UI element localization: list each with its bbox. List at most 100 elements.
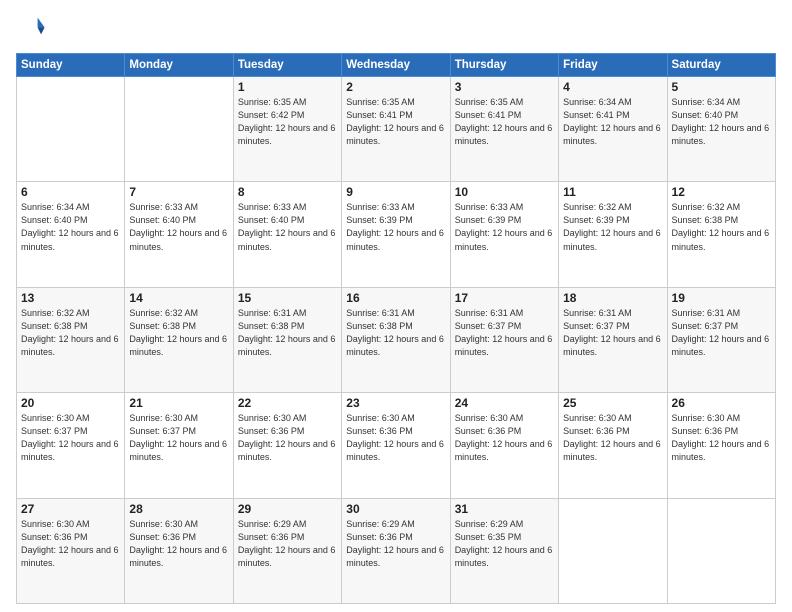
day-info: Sunrise: 6:33 AM Sunset: 6:39 PM Dayligh… bbox=[455, 201, 554, 253]
day-info: Sunrise: 6:30 AM Sunset: 6:36 PM Dayligh… bbox=[672, 412, 771, 464]
week-row-3: 13 Sunrise: 6:32 AM Sunset: 6:38 PM Dayli… bbox=[17, 287, 776, 392]
calendar-cell bbox=[17, 77, 125, 182]
day-number: 2 bbox=[346, 80, 445, 94]
day-number: 13 bbox=[21, 291, 120, 305]
weekday-header-monday: Monday bbox=[125, 54, 233, 77]
day-number: 1 bbox=[238, 80, 337, 94]
day-info: Sunrise: 6:30 AM Sunset: 6:36 PM Dayligh… bbox=[129, 518, 228, 570]
day-number: 22 bbox=[238, 396, 337, 410]
day-info: Sunrise: 6:31 AM Sunset: 6:37 PM Dayligh… bbox=[672, 307, 771, 359]
day-number: 31 bbox=[455, 502, 554, 516]
day-info: Sunrise: 6:34 AM Sunset: 6:40 PM Dayligh… bbox=[672, 96, 771, 148]
day-number: 21 bbox=[129, 396, 228, 410]
day-number: 10 bbox=[455, 185, 554, 199]
day-info: Sunrise: 6:31 AM Sunset: 6:37 PM Dayligh… bbox=[563, 307, 662, 359]
calendar-cell: 21 Sunrise: 6:30 AM Sunset: 6:37 PM Dayli… bbox=[125, 393, 233, 498]
day-info: Sunrise: 6:30 AM Sunset: 6:36 PM Dayligh… bbox=[21, 518, 120, 570]
header bbox=[16, 12, 776, 45]
day-info: Sunrise: 6:31 AM Sunset: 6:38 PM Dayligh… bbox=[238, 307, 337, 359]
calendar-cell bbox=[125, 77, 233, 182]
logo-icon bbox=[18, 12, 46, 40]
day-info: Sunrise: 6:30 AM Sunset: 6:36 PM Dayligh… bbox=[346, 412, 445, 464]
day-number: 5 bbox=[672, 80, 771, 94]
day-number: 16 bbox=[346, 291, 445, 305]
day-info: Sunrise: 6:35 AM Sunset: 6:41 PM Dayligh… bbox=[455, 96, 554, 148]
day-info: Sunrise: 6:30 AM Sunset: 6:36 PM Dayligh… bbox=[238, 412, 337, 464]
weekday-header-tuesday: Tuesday bbox=[233, 54, 341, 77]
day-number: 9 bbox=[346, 185, 445, 199]
day-info: Sunrise: 6:32 AM Sunset: 6:38 PM Dayligh… bbox=[21, 307, 120, 359]
day-number: 12 bbox=[672, 185, 771, 199]
day-number: 4 bbox=[563, 80, 662, 94]
calendar-cell: 19 Sunrise: 6:31 AM Sunset: 6:37 PM Dayli… bbox=[667, 287, 775, 392]
calendar-cell: 27 Sunrise: 6:30 AM Sunset: 6:36 PM Dayli… bbox=[17, 498, 125, 603]
calendar-cell: 14 Sunrise: 6:32 AM Sunset: 6:38 PM Dayli… bbox=[125, 287, 233, 392]
calendar-cell: 8 Sunrise: 6:33 AM Sunset: 6:40 PM Daylig… bbox=[233, 182, 341, 287]
calendar-cell bbox=[667, 498, 775, 603]
calendar-cell: 31 Sunrise: 6:29 AM Sunset: 6:35 PM Dayli… bbox=[450, 498, 558, 603]
calendar-body: 1 Sunrise: 6:35 AM Sunset: 6:42 PM Daylig… bbox=[17, 77, 776, 604]
calendar-cell: 13 Sunrise: 6:32 AM Sunset: 6:38 PM Dayli… bbox=[17, 287, 125, 392]
week-row-2: 6 Sunrise: 6:34 AM Sunset: 6:40 PM Daylig… bbox=[17, 182, 776, 287]
calendar-cell: 4 Sunrise: 6:34 AM Sunset: 6:41 PM Daylig… bbox=[559, 77, 667, 182]
calendar-cell: 6 Sunrise: 6:34 AM Sunset: 6:40 PM Daylig… bbox=[17, 182, 125, 287]
day-number: 27 bbox=[21, 502, 120, 516]
calendar-cell: 20 Sunrise: 6:30 AM Sunset: 6:37 PM Dayli… bbox=[17, 393, 125, 498]
day-info: Sunrise: 6:32 AM Sunset: 6:38 PM Dayligh… bbox=[672, 201, 771, 253]
calendar-cell: 23 Sunrise: 6:30 AM Sunset: 6:36 PM Dayli… bbox=[342, 393, 450, 498]
calendar-cell: 30 Sunrise: 6:29 AM Sunset: 6:36 PM Dayli… bbox=[342, 498, 450, 603]
day-number: 29 bbox=[238, 502, 337, 516]
calendar-cell bbox=[559, 498, 667, 603]
day-info: Sunrise: 6:31 AM Sunset: 6:37 PM Dayligh… bbox=[455, 307, 554, 359]
day-info: Sunrise: 6:33 AM Sunset: 6:39 PM Dayligh… bbox=[346, 201, 445, 253]
calendar-cell: 22 Sunrise: 6:30 AM Sunset: 6:36 PM Dayli… bbox=[233, 393, 341, 498]
calendar-cell: 2 Sunrise: 6:35 AM Sunset: 6:41 PM Daylig… bbox=[342, 77, 450, 182]
calendar-cell: 3 Sunrise: 6:35 AM Sunset: 6:41 PM Daylig… bbox=[450, 77, 558, 182]
day-info: Sunrise: 6:32 AM Sunset: 6:38 PM Dayligh… bbox=[129, 307, 228, 359]
week-row-1: 1 Sunrise: 6:35 AM Sunset: 6:42 PM Daylig… bbox=[17, 77, 776, 182]
calendar-cell: 18Sunrise: 6:31 AM Sunset: 6:37 PM Dayli… bbox=[559, 287, 667, 392]
day-number: 20 bbox=[21, 396, 120, 410]
calendar-header: SundayMondayTuesdayWednesdayThursdayFrid… bbox=[17, 54, 776, 77]
day-info: Sunrise: 6:34 AM Sunset: 6:41 PM Dayligh… bbox=[563, 96, 662, 148]
day-number: 19 bbox=[672, 291, 771, 305]
weekday-header-wednesday: Wednesday bbox=[342, 54, 450, 77]
day-info: Sunrise: 6:30 AM Sunset: 6:36 PM Dayligh… bbox=[455, 412, 554, 464]
day-info: Sunrise: 6:34 AM Sunset: 6:40 PM Dayligh… bbox=[21, 201, 120, 253]
day-number: 11 bbox=[563, 185, 662, 199]
calendar-cell: 29 Sunrise: 6:29 AM Sunset: 6:36 PM Dayli… bbox=[233, 498, 341, 603]
weekday-header-saturday: Saturday bbox=[667, 54, 775, 77]
day-number: 17 bbox=[455, 291, 554, 305]
day-number: 24 bbox=[455, 396, 554, 410]
calendar-cell: 1 Sunrise: 6:35 AM Sunset: 6:42 PM Daylig… bbox=[233, 77, 341, 182]
week-row-4: 20 Sunrise: 6:30 AM Sunset: 6:37 PM Dayli… bbox=[17, 393, 776, 498]
day-info: Sunrise: 6:35 AM Sunset: 6:42 PM Dayligh… bbox=[238, 96, 337, 148]
calendar-cell: 12 Sunrise: 6:32 AM Sunset: 6:38 PM Dayli… bbox=[667, 182, 775, 287]
calendar-cell: 25Sunrise: 6:30 AM Sunset: 6:36 PM Dayli… bbox=[559, 393, 667, 498]
day-number: 3 bbox=[455, 80, 554, 94]
day-info: Sunrise: 6:35 AM Sunset: 6:41 PM Dayligh… bbox=[346, 96, 445, 148]
day-number: 30 bbox=[346, 502, 445, 516]
calendar-cell: 5 Sunrise: 6:34 AM Sunset: 6:40 PM Daylig… bbox=[667, 77, 775, 182]
day-info: Sunrise: 6:30 AM Sunset: 6:37 PM Dayligh… bbox=[129, 412, 228, 464]
calendar-cell: 15 Sunrise: 6:31 AM Sunset: 6:38 PM Dayli… bbox=[233, 287, 341, 392]
calendar-cell: 7Sunrise: 6:33 AM Sunset: 6:40 PM Daylig… bbox=[125, 182, 233, 287]
calendar-cell: 28Sunrise: 6:30 AM Sunset: 6:36 PM Dayli… bbox=[125, 498, 233, 603]
calendar-cell: 26Sunrise: 6:30 AM Sunset: 6:36 PM Dayli… bbox=[667, 393, 775, 498]
day-number: 7 bbox=[129, 185, 228, 199]
calendar-table: SundayMondayTuesdayWednesdayThursdayFrid… bbox=[16, 53, 776, 604]
day-info: Sunrise: 6:29 AM Sunset: 6:36 PM Dayligh… bbox=[238, 518, 337, 570]
day-number: 6 bbox=[21, 185, 120, 199]
day-number: 8 bbox=[238, 185, 337, 199]
day-number: 15 bbox=[238, 291, 337, 305]
weekday-header-sunday: Sunday bbox=[17, 54, 125, 77]
weekday-header-thursday: Thursday bbox=[450, 54, 558, 77]
day-info: Sunrise: 6:29 AM Sunset: 6:36 PM Dayligh… bbox=[346, 518, 445, 570]
day-info: Sunrise: 6:30 AM Sunset: 6:37 PM Dayligh… bbox=[21, 412, 120, 464]
day-number: 14 bbox=[129, 291, 228, 305]
day-number: 23 bbox=[346, 396, 445, 410]
day-info: Sunrise: 6:33 AM Sunset: 6:40 PM Dayligh… bbox=[238, 201, 337, 253]
logo bbox=[16, 12, 46, 45]
day-info: Sunrise: 6:29 AM Sunset: 6:35 PM Dayligh… bbox=[455, 518, 554, 570]
day-number: 25 bbox=[563, 396, 662, 410]
